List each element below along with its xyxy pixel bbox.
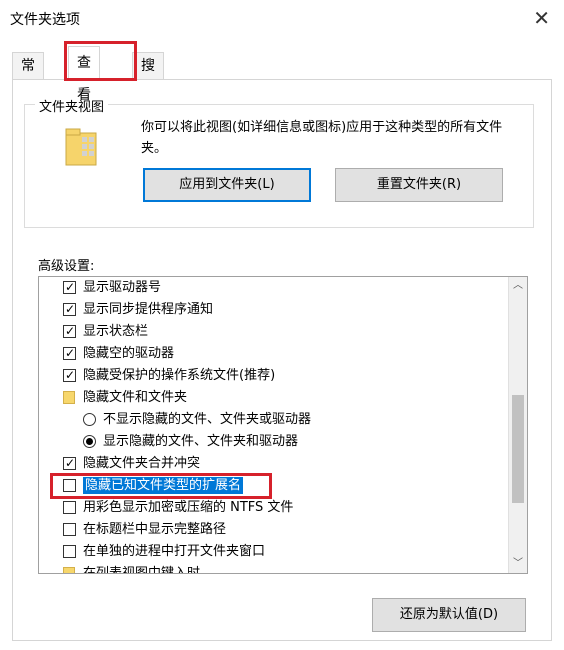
list-item-typing-in-list-view: 在列表视图中键入时	[39, 563, 509, 574]
checkbox[interactable]: ✓	[63, 302, 76, 316]
list-item-label: 隐藏文件和文件夹	[83, 390, 188, 405]
checkbox[interactable]: ✓	[63, 368, 76, 382]
checkbox[interactable]: ✓	[63, 280, 76, 294]
radio-button[interactable]	[83, 413, 96, 426]
scroll-thumb[interactable]	[512, 395, 524, 503]
scroll-up-icon[interactable]: ︿	[509, 277, 527, 295]
check-icon: ✓	[65, 324, 76, 338]
radio-dot	[86, 438, 93, 445]
list-item-label: 隐藏文件夹合并冲突	[83, 456, 201, 471]
list-item-full-path-title[interactable]: 在标题栏中显示完整路径	[39, 519, 509, 541]
list-scrollbar[interactable]: ︿ ﹀	[508, 277, 527, 573]
check-icon: ✓	[65, 302, 76, 316]
close-icon[interactable]: ✕	[533, 6, 550, 30]
radio-button[interactable]	[83, 435, 96, 448]
checkbox[interactable]: ✓	[63, 324, 76, 338]
scroll-down-icon[interactable]: ﹀	[509, 555, 527, 573]
list-item-label: 不显示隐藏的文件、文件夹或驱动器	[103, 412, 312, 427]
advanced-settings-label: 高级设置:	[38, 259, 95, 274]
list-item-hide-empty-drives[interactable]: ✓ 隐藏空的驱动器	[39, 343, 509, 365]
list-item-dont-show-hidden[interactable]: 不显示隐藏的文件、文件夹或驱动器	[39, 409, 509, 431]
checkbox[interactable]	[63, 501, 76, 514]
item-highlight-box	[50, 473, 272, 499]
tab-general[interactable]: 常规	[12, 52, 44, 100]
checkbox[interactable]: ✓	[63, 456, 76, 470]
apply-to-folders-button[interactable]: 应用到文件夹(L)	[143, 168, 311, 202]
list-item-label: 隐藏空的驱动器	[83, 346, 175, 361]
tab-highlight-box	[64, 41, 137, 81]
list-item-sync-provider[interactable]: ✓ 显示同步提供程序通知	[39, 299, 509, 321]
advanced-settings-list[interactable]: ✓ 显示驱动器号 ✓ 显示同步提供程序通知 ✓ 显示状态栏 ✓ 隐藏空的驱动器 …	[38, 276, 528, 574]
list-item-label: 隐藏受保护的操作系统文件(推荐)	[83, 368, 276, 383]
title-bar: 文件夹选项 ✕	[0, 0, 564, 36]
list-item-label: 显示状态栏	[83, 324, 149, 339]
check-icon: ✓	[65, 346, 76, 360]
list-item-label: 显示驱动器号	[83, 280, 162, 295]
list-item-show-drive-letters[interactable]: ✓ 显示驱动器号	[39, 277, 509, 299]
checkbox[interactable]	[63, 523, 76, 536]
list-item-label: 用彩色显示加密或压缩的 NTFS 文件	[83, 500, 294, 515]
list-item-label: 显示同步提供程序通知	[83, 302, 214, 317]
reset-folders-button[interactable]: 重置文件夹(R)	[335, 168, 503, 202]
list-item-label: 在标题栏中显示完整路径	[83, 522, 227, 537]
folder-views-title: 文件夹视图	[35, 96, 109, 115]
list-item-hidden-files-folder: 隐藏文件和文件夹	[39, 387, 509, 409]
folder-icon	[63, 391, 75, 404]
list-item-status-bar[interactable]: ✓ 显示状态栏	[39, 321, 509, 343]
folder-views-description: 你可以将此视图(如详细信息或图标)应用于这种类型的所有文件夹。	[141, 120, 503, 156]
folder-views-group: 文件夹视图 你可以将此视图(如详细信息或图标)应用于这种类型的所有文件夹。 应用…	[24, 96, 534, 228]
list-item-label: 在单独的进程中打开文件夹窗口	[83, 544, 266, 559]
folder-view-icon	[65, 128, 97, 166]
list-item-hide-protected-os-files[interactable]: ✓ 隐藏受保护的操作系统文件(推荐)	[39, 365, 509, 387]
list-item-label: 在列表视图中键入时	[83, 566, 201, 574]
list-item-show-hidden[interactable]: 显示隐藏的文件、文件夹和驱动器	[39, 431, 509, 453]
check-icon: ✓	[65, 456, 76, 470]
checkbox[interactable]: ✓	[63, 346, 76, 360]
restore-defaults-button[interactable]: 还原为默认值(D)	[372, 598, 526, 632]
window-title: 文件夹选项	[10, 12, 80, 28]
check-icon: ✓	[65, 368, 76, 382]
checkbox[interactable]	[63, 545, 76, 558]
folder-icon	[63, 567, 75, 573]
list-item-separate-process[interactable]: 在单独的进程中打开文件夹窗口	[39, 541, 509, 563]
list-item-hide-merge-conflicts[interactable]: ✓ 隐藏文件夹合并冲突	[39, 453, 509, 475]
list-item-label: 显示隐藏的文件、文件夹和驱动器	[103, 434, 299, 449]
list-item-color-ntfs[interactable]: 用彩色显示加密或压缩的 NTFS 文件	[39, 497, 509, 519]
check-icon: ✓	[65, 280, 76, 294]
